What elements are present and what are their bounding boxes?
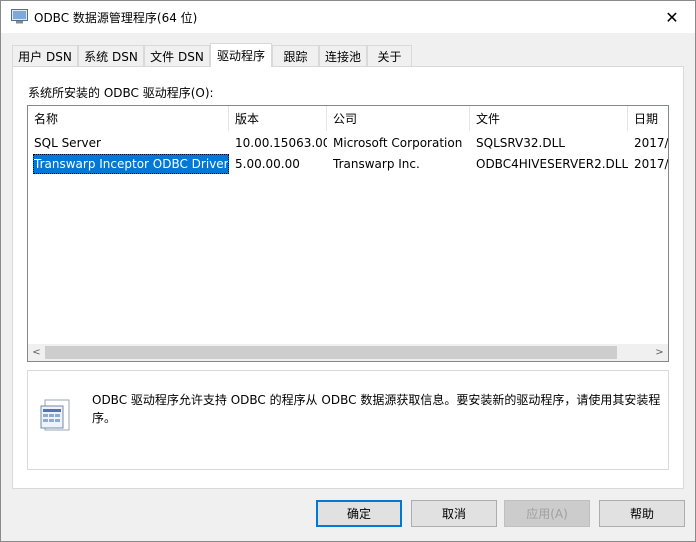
scroll-left-icon[interactable]: <: [28, 344, 45, 361]
horizontal-scrollbar[interactable]: < >: [28, 344, 668, 361]
description-box: ODBC 驱动程序允许支持 ODBC 的程序从 ODBC 数据源获取信息。要安装…: [27, 370, 669, 470]
tab-about[interactable]: 关于: [367, 45, 412, 66]
window-title: ODBC 数据源管理程序(64 位): [34, 11, 198, 25]
ok-button[interactable]: 确定: [316, 500, 402, 527]
driver-name: SQL Server: [34, 136, 101, 150]
column-header-company[interactable]: 公司: [327, 106, 470, 131]
column-header-date[interactable]: 日期: [628, 106, 668, 131]
tab-connection-pooling[interactable]: 连接池: [319, 45, 367, 66]
description-text: ODBC 驱动程序允许支持 ODBC 的程序从 ODBC 数据源获取信息。要安装…: [92, 393, 661, 425]
apply-button[interactable]: 应用(A): [504, 500, 590, 527]
tab-tracing[interactable]: 跟踪: [272, 45, 319, 66]
odbc-admin-icon: [11, 9, 28, 24]
title-bar[interactable]: ODBC 数据源管理程序(64 位) ✕: [1, 1, 695, 33]
tab-drivers[interactable]: 驱动程序: [210, 43, 272, 67]
scroll-thumb[interactable]: [45, 346, 617, 359]
odbc-admin-window: ODBC 数据源管理程序(64 位) ✕ 用户 DSN 系统 DSN 文件 DS…: [0, 0, 696, 542]
help-button[interactable]: 帮助: [599, 500, 685, 527]
table-row[interactable]: SQL Server 10.00.15063.00 Microsoft Corp…: [28, 133, 668, 153]
cancel-button[interactable]: 取消: [411, 500, 497, 527]
driver-file: ODBC4HIVESERVER2.DLL: [476, 157, 628, 171]
tab-file-dsn[interactable]: 文件 DSN: [144, 45, 210, 66]
driver-company: Microsoft Corporation: [333, 136, 463, 150]
odbc-info-icon: [40, 399, 70, 431]
scroll-right-icon[interactable]: >: [651, 344, 668, 361]
driver-version: 10.00.15063.00: [235, 136, 327, 150]
driver-version: 5.00.00.00: [235, 157, 300, 171]
driver-name: Transwarp Inceptor ODBC Driver: [33, 154, 229, 174]
table-row[interactable]: Transwarp Inceptor ODBC Driver 5.00.00.0…: [28, 154, 668, 174]
drivers-list[interactable]: 名称 版本 公司 文件 日期 SQL Server 10.00.15063.00…: [27, 105, 669, 362]
driver-date: 2017/: [634, 136, 668, 150]
close-button[interactable]: ✕: [649, 1, 695, 33]
driver-date: 2017/: [634, 157, 668, 171]
tab-system-dsn[interactable]: 系统 DSN: [78, 45, 144, 66]
installed-drivers-label: 系统所安装的 ODBC 驱动程序(O):: [28, 86, 214, 100]
close-icon: ✕: [665, 7, 679, 27]
column-header-name[interactable]: 名称: [28, 106, 229, 131]
tab-user-dsn[interactable]: 用户 DSN: [12, 45, 78, 66]
column-header-file[interactable]: 文件: [470, 106, 628, 131]
column-header-version[interactable]: 版本: [229, 106, 327, 131]
driver-file: SQLSRV32.DLL: [476, 136, 565, 150]
driver-company: Transwarp Inc.: [333, 157, 420, 171]
